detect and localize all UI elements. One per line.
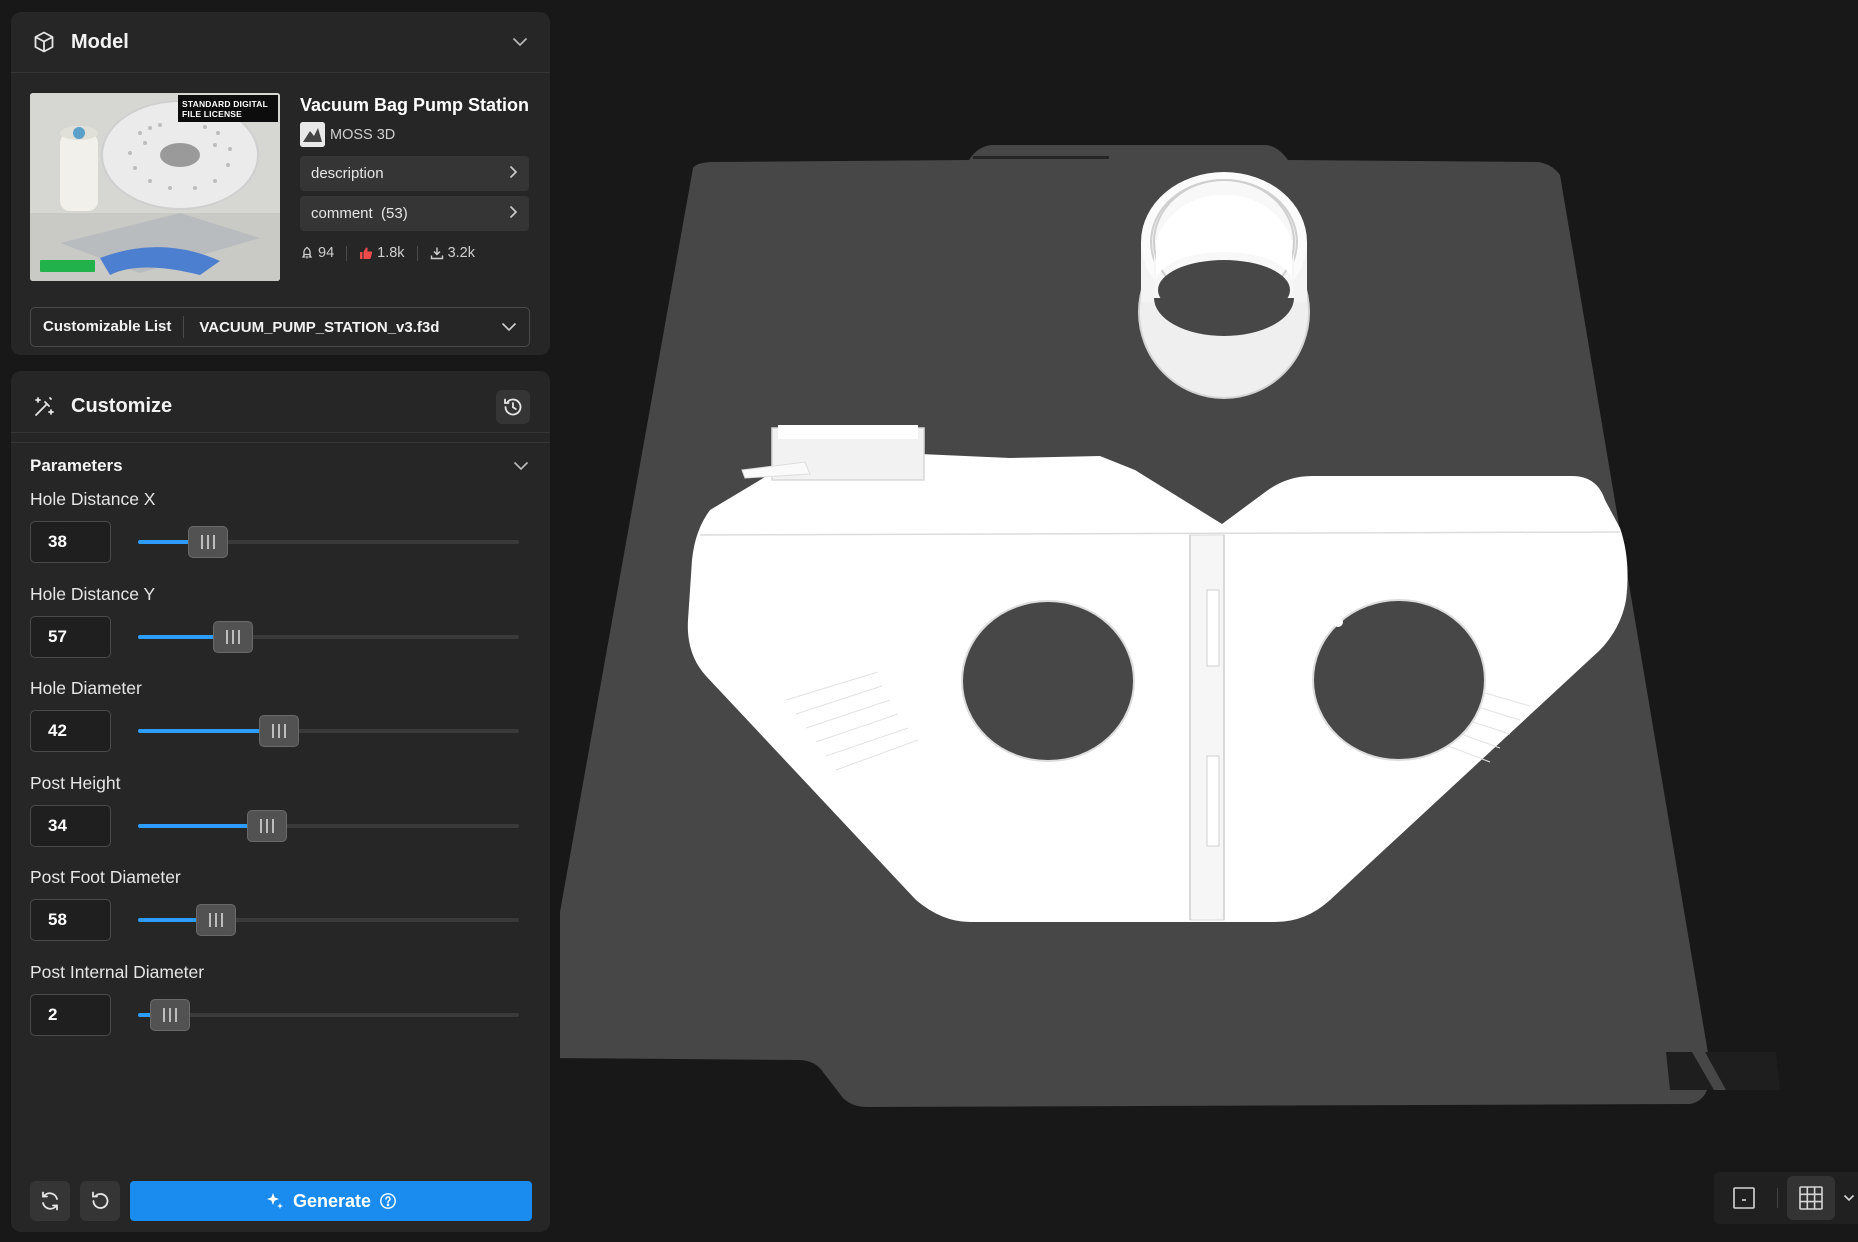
history-button[interactable]	[496, 389, 530, 424]
parameter-item: Post Foot Diameter 58	[11, 867, 550, 962]
chevron-down-icon[interactable]	[510, 32, 530, 52]
boost-stat[interactable]: 94	[300, 245, 334, 261]
refresh-icon	[42, 1191, 58, 1211]
parameter-slider[interactable]	[138, 809, 519, 842]
sparkle-icon	[266, 1193, 283, 1209]
slider-handle[interactable]	[188, 526, 229, 558]
parameter-item: Post Height 34	[11, 773, 550, 868]
slider-fill	[138, 729, 279, 733]
boost-icon	[301, 246, 313, 259]
help-circle-icon	[380, 1193, 396, 1209]
history-icon	[504, 398, 522, 415]
parameter-slider[interactable]	[138, 620, 519, 653]
chevron-down-icon[interactable]	[511, 456, 531, 476]
description-label: description	[311, 165, 384, 182]
parameter-slider[interactable]	[138, 998, 519, 1031]
parameter-value-input[interactable]: 42	[30, 710, 111, 752]
license-badge: STANDARD DIGITAL FILE LICENSE	[178, 95, 278, 122]
parameter-value-input[interactable]: 57	[30, 615, 111, 658]
model-stats: 94 1.8k 3.2k	[300, 245, 530, 261]
customizable-list-label: Customizable List	[31, 316, 185, 338]
magic-wand-icon	[31, 394, 57, 420]
parameters-title: Parameters	[30, 456, 123, 475]
undo-icon	[92, 1191, 109, 1209]
parameter-label: Hole Distance Y	[30, 583, 156, 604]
thumbs-up-icon	[360, 247, 373, 259]
like-stat[interactable]: 1.8k	[359, 245, 405, 261]
model-title[interactable]: Vacuum Bag Pump Station	[300, 93, 530, 117]
grid-icon	[1799, 1186, 1823, 1210]
parameter-label: Post Internal Diameter	[30, 961, 205, 982]
customize-panel-title: Customize	[71, 395, 173, 417]
viewport-toolbar	[1714, 1172, 1858, 1224]
description-link[interactable]: description	[300, 156, 529, 191]
slider-handle[interactable]	[212, 620, 253, 653]
author-avatar[interactable]	[300, 122, 325, 147]
parameter-item: Hole Distance Y 57	[11, 584, 550, 679]
parameter-item: Hole Diameter 42	[11, 678, 550, 773]
model-thumbnail[interactable]: STANDARD DIGITAL FILE LICENSE	[30, 93, 280, 281]
parameter-slider[interactable]	[138, 715, 519, 747]
like-count: 1.8k	[377, 245, 405, 261]
slider-handle[interactable]	[195, 904, 236, 936]
chevron-right-icon	[509, 165, 518, 183]
chevron-right-icon	[509, 205, 518, 223]
cube-icon	[31, 29, 57, 55]
customize-badge	[40, 260, 95, 272]
generate-button[interactable]: Generate	[130, 1181, 532, 1221]
chevron-down-icon[interactable]	[1839, 1188, 1858, 1208]
model-panel-header[interactable]: Model	[11, 12, 550, 73]
parameter-label: Hole Diameter	[30, 678, 142, 698]
comment-label: comment (53)	[311, 205, 408, 222]
download-count: 3.2k	[447, 245, 475, 261]
grid-view-button[interactable]	[1787, 1176, 1835, 1220]
boost-count: 94	[318, 245, 335, 261]
build-plate-render[interactable]	[537, 0, 1858, 1242]
parameter-slider[interactable]	[138, 526, 519, 558]
refresh-button[interactable]	[30, 1181, 70, 1221]
model-viewport[interactable]	[537, 0, 1858, 1242]
author-name[interactable]: MOSS 3D	[330, 127, 395, 143]
parameter-slider[interactable]	[138, 904, 519, 936]
customizable-list-value: VACUUM_PUMP_STATION_v3.f3d	[199, 318, 440, 336]
model-panel: Model STANDARD DIGITAL FILE LICENSE Vacu…	[11, 12, 550, 355]
parameter-item: Hole Distance X 38	[11, 489, 550, 584]
parameter-label: Post Foot Diameter	[30, 867, 181, 887]
download-stat[interactable]: 3.2k	[430, 245, 475, 261]
customizable-list-select[interactable]: Customizable List VACUUM_PUMP_STATION_v3…	[30, 307, 530, 347]
slider-handle[interactable]	[258, 715, 299, 747]
parameter-value-input[interactable]: 2	[30, 993, 111, 1036]
slider-handle[interactable]	[247, 809, 288, 842]
parameter-value-input[interactable]: 34	[30, 804, 111, 847]
parameter-label: Post Height	[30, 772, 121, 793]
chevron-down-icon	[499, 317, 519, 337]
slider-handle[interactable]	[150, 998, 190, 1031]
parameter-list: Hole Distance X 38 Hole Distance Y 57 Hole D…	[11, 489, 550, 1056]
parameter-label: Hole Distance X	[30, 489, 156, 509]
comment-link[interactable]: comment (53)	[300, 196, 529, 231]
reset-button[interactable]	[80, 1181, 120, 1221]
parameter-item: Post Internal Diameter 2	[11, 962, 550, 1057]
download-icon	[430, 247, 443, 260]
parameter-value-input[interactable]: 38	[30, 521, 111, 563]
model-panel-title: Model	[71, 30, 129, 53]
parameter-value-input[interactable]: 58	[30, 899, 111, 941]
plate-icon	[1733, 1187, 1755, 1209]
plate-view-button[interactable]	[1720, 1176, 1768, 1220]
customize-panel: Customize Parameters Hole Distance X 38 Ho…	[11, 371, 550, 1232]
generate-label: Generate	[292, 1190, 372, 1211]
